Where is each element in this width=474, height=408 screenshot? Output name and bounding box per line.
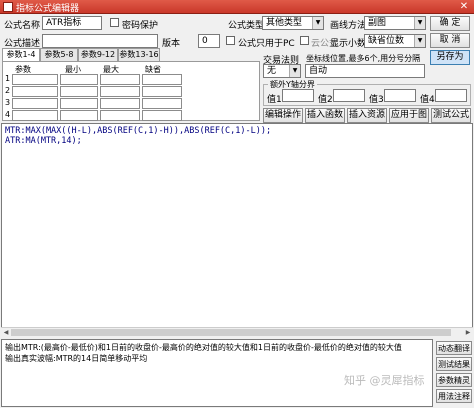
param-default-input[interactable]: [142, 74, 182, 85]
param-default-input[interactable]: [142, 86, 182, 97]
axis-value-label: 值3: [369, 95, 384, 105]
scroll-thumb[interactable]: [11, 329, 451, 336]
apply-to-chart-button[interactable]: 应用于图: [389, 108, 429, 123]
tab-params-9-12[interactable]: 参数9-12: [78, 48, 118, 61]
editor-hscrollbar[interactable]: ◀ ▶: [1, 327, 473, 337]
axis-value-1-input[interactable]: [282, 89, 314, 102]
pc-only-label: 公式只用于PC: [238, 39, 295, 49]
params-table: 参数 最小 最大 缺省 1 2 3 4: [2, 61, 260, 121]
param-max-input[interactable]: [100, 86, 140, 97]
param-default-input[interactable]: [142, 98, 182, 109]
draw-method-select[interactable]: 副图 ▼: [364, 16, 426, 30]
insert-function-button[interactable]: 插入函数: [305, 108, 345, 123]
cloud-checkbox[interactable]: [300, 36, 309, 45]
axis-value-label: 值4: [420, 95, 435, 105]
usage-notes-button[interactable]: 用法注释: [436, 389, 472, 403]
draw-method-value: 副图: [368, 18, 387, 28]
formula-editor[interactable]: MTR:MAX(MAX((H-L),ABS(REF(C,1)-H)),ABS(R…: [1, 123, 473, 337]
formula-name-label: 公式名称: [4, 21, 41, 31]
pc-only-checkbox[interactable]: [226, 36, 235, 45]
param-default-input[interactable]: [142, 110, 182, 121]
test-formula-button[interactable]: 测试公式: [431, 108, 471, 123]
param-row-label: 4: [5, 110, 11, 119]
axis-value-label: 值2: [318, 95, 333, 105]
param-min-input[interactable]: [60, 110, 98, 121]
axis-value-2-input[interactable]: [333, 89, 365, 102]
param-min-input[interactable]: [60, 74, 98, 85]
edit-ops-button[interactable]: 编辑操作: [263, 108, 303, 123]
title-bar: 指标公式编辑器 ✕: [0, 0, 474, 14]
chevron-down-icon: ▼: [414, 35, 425, 47]
param-name-input[interactable]: [12, 74, 58, 85]
dynamic-translate-button[interactable]: 动态翻译: [436, 341, 472, 355]
chevron-down-icon: ▼: [414, 17, 425, 29]
param-min-input[interactable]: [60, 98, 98, 109]
axis-value-4-input[interactable]: [435, 89, 467, 102]
trade-rule-select[interactable]: 无 ▼: [263, 64, 301, 78]
formula-name-input[interactable]: ATR指标: [42, 16, 102, 30]
axis-position-input[interactable]: 自动: [305, 64, 425, 78]
tab-params-13-16[interactable]: 参数13-16: [118, 48, 160, 61]
formula-type-select[interactable]: 其他类型 ▼: [262, 16, 324, 30]
param-max-input[interactable]: [100, 98, 140, 109]
tab-params-5-8[interactable]: 参数5-8: [40, 48, 78, 61]
version-input[interactable]: 0: [198, 34, 220, 48]
trade-rule-value: 无: [267, 66, 277, 76]
param-max-input[interactable]: [100, 110, 140, 121]
scroll-right-icon[interactable]: ▶: [463, 328, 473, 338]
param-max-input[interactable]: [100, 74, 140, 85]
decimals-value: 缺省位数: [368, 36, 405, 46]
close-icon[interactable]: ✕: [456, 1, 472, 13]
decimals-select[interactable]: 缺省位数 ▼: [364, 34, 426, 48]
param-row-label: 2: [5, 86, 11, 95]
scroll-left-icon[interactable]: ◀: [1, 328, 11, 338]
insert-resource-button[interactable]: 插入资源: [347, 108, 387, 123]
chevron-down-icon: ▼: [312, 17, 323, 29]
version-label: 版本: [162, 39, 181, 49]
param-min-input[interactable]: [60, 86, 98, 97]
output-line: 输出MTR:(最高价-最低价)和1日前的收盘价-最高价的绝对值的较大值和1日前的…: [5, 343, 402, 352]
code-line: ATR:MA(MTR,14);: [5, 136, 82, 146]
param-name-input[interactable]: [12, 98, 58, 109]
param-row-label: 1: [5, 74, 11, 83]
param-name-input[interactable]: [12, 110, 58, 121]
password-checkbox[interactable]: [110, 18, 119, 27]
watermark: 知乎 @灵犀指标: [344, 374, 425, 387]
formula-type-value: 其他类型: [266, 18, 303, 28]
password-label: 密码保护: [122, 21, 159, 31]
tab-params-1-4[interactable]: 参数1-4: [2, 48, 40, 62]
formula-desc-input[interactable]: [42, 34, 158, 48]
param-wizard-button[interactable]: 参数精灵: [436, 373, 472, 387]
output-line: 输出真实波幅:MTR的14日简单移动平均: [5, 354, 148, 363]
draw-method-label: 画线方法: [330, 21, 367, 31]
test-result-button[interactable]: 测试结果: [436, 357, 472, 371]
axis-value-3-input[interactable]: [384, 89, 416, 102]
param-row-label: 3: [5, 98, 11, 107]
formula-type-label: 公式类型: [228, 21, 265, 31]
code-line: MTR:MAX(MAX((H-L),ABS(REF(C,1)-H)),ABS(R…: [5, 126, 272, 136]
extra-y-axis-group: 额外Y轴分界 值1 值2 值3 值4: [263, 79, 471, 106]
chevron-down-icon: ▼: [289, 65, 300, 77]
axis-value-label: 值1: [267, 95, 282, 105]
cancel-button[interactable]: 取 消: [430, 33, 470, 48]
param-name-input[interactable]: [12, 86, 58, 97]
window-title: 指标公式编辑器: [16, 4, 80, 14]
ok-button[interactable]: 确 定: [430, 16, 470, 31]
decimals-label: 显示小数: [330, 39, 367, 49]
app-icon: [3, 2, 13, 12]
axis-position-label: 坐标线位置,最多6个,用分号分隔: [306, 54, 421, 63]
save-as-button[interactable]: 另存为: [430, 50, 470, 65]
